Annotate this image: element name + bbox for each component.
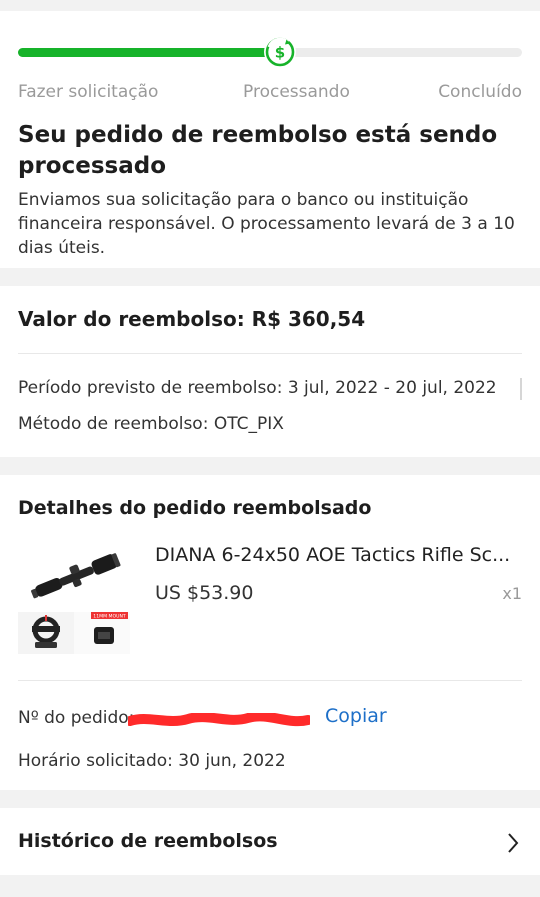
requested-time: Horário solicitado: 30 jun, 2022 (18, 751, 286, 771)
refund-progress-fill (18, 48, 281, 57)
thumb-caption: 11MM MOUNT (93, 614, 126, 620)
product-image-scope[interactable] (18, 541, 130, 605)
refund-period: Período previsto de reembolso: 3 jul, 20… (18, 378, 497, 398)
refund-history-title: Histórico de reembolsos (18, 830, 278, 852)
divider (18, 353, 522, 354)
refund-history-row[interactable]: Histórico de reembolsos (0, 808, 540, 875)
order-details-card: Detalhes do pedido reembolsado 11MM MOUN… (0, 475, 540, 790)
product-image-mount[interactable]: 11MM MOUNT (74, 612, 130, 654)
dollar-refund-icon: $ (264, 36, 296, 68)
status-description: Enviamos sua solicitação para o banco ou… (18, 190, 515, 258)
refund-status-card: $ Fazer solicitação Processando Concluíd… (0, 11, 540, 268)
svg-text:$: $ (275, 44, 285, 62)
copy-order-number-button[interactable]: Copiar (325, 705, 387, 727)
refund-method: Método de reembolso: OTC_PIX (18, 414, 284, 434)
scroll-indicator (520, 378, 522, 400)
refund-amount-card: Valor do reembolso: R$ 360,54 Período pr… (0, 286, 540, 457)
step-completed: Concluído (438, 82, 522, 102)
order-number-redacted (125, 711, 313, 727)
product-image-rings[interactable] (18, 612, 74, 654)
divider (18, 680, 522, 681)
refund-amount: Valor do reembolso: R$ 360,54 (18, 307, 366, 331)
status-title: Seu pedido de reembolso está sendo proce… (18, 122, 498, 179)
step-processing: Processando (243, 82, 350, 102)
step-request: Fazer solicitação (18, 82, 159, 102)
product-price: US $53.90 (155, 582, 254, 604)
product-name[interactable]: DIANA 6-24x50 AOE Tactics Rifle Sc... (155, 544, 517, 566)
product-quantity: x1 (502, 584, 522, 603)
chevron-right-icon (506, 832, 520, 854)
order-details-title: Detalhes do pedido reembolsado (18, 497, 372, 519)
order-number-label: Nº do pedido: (18, 708, 135, 728)
